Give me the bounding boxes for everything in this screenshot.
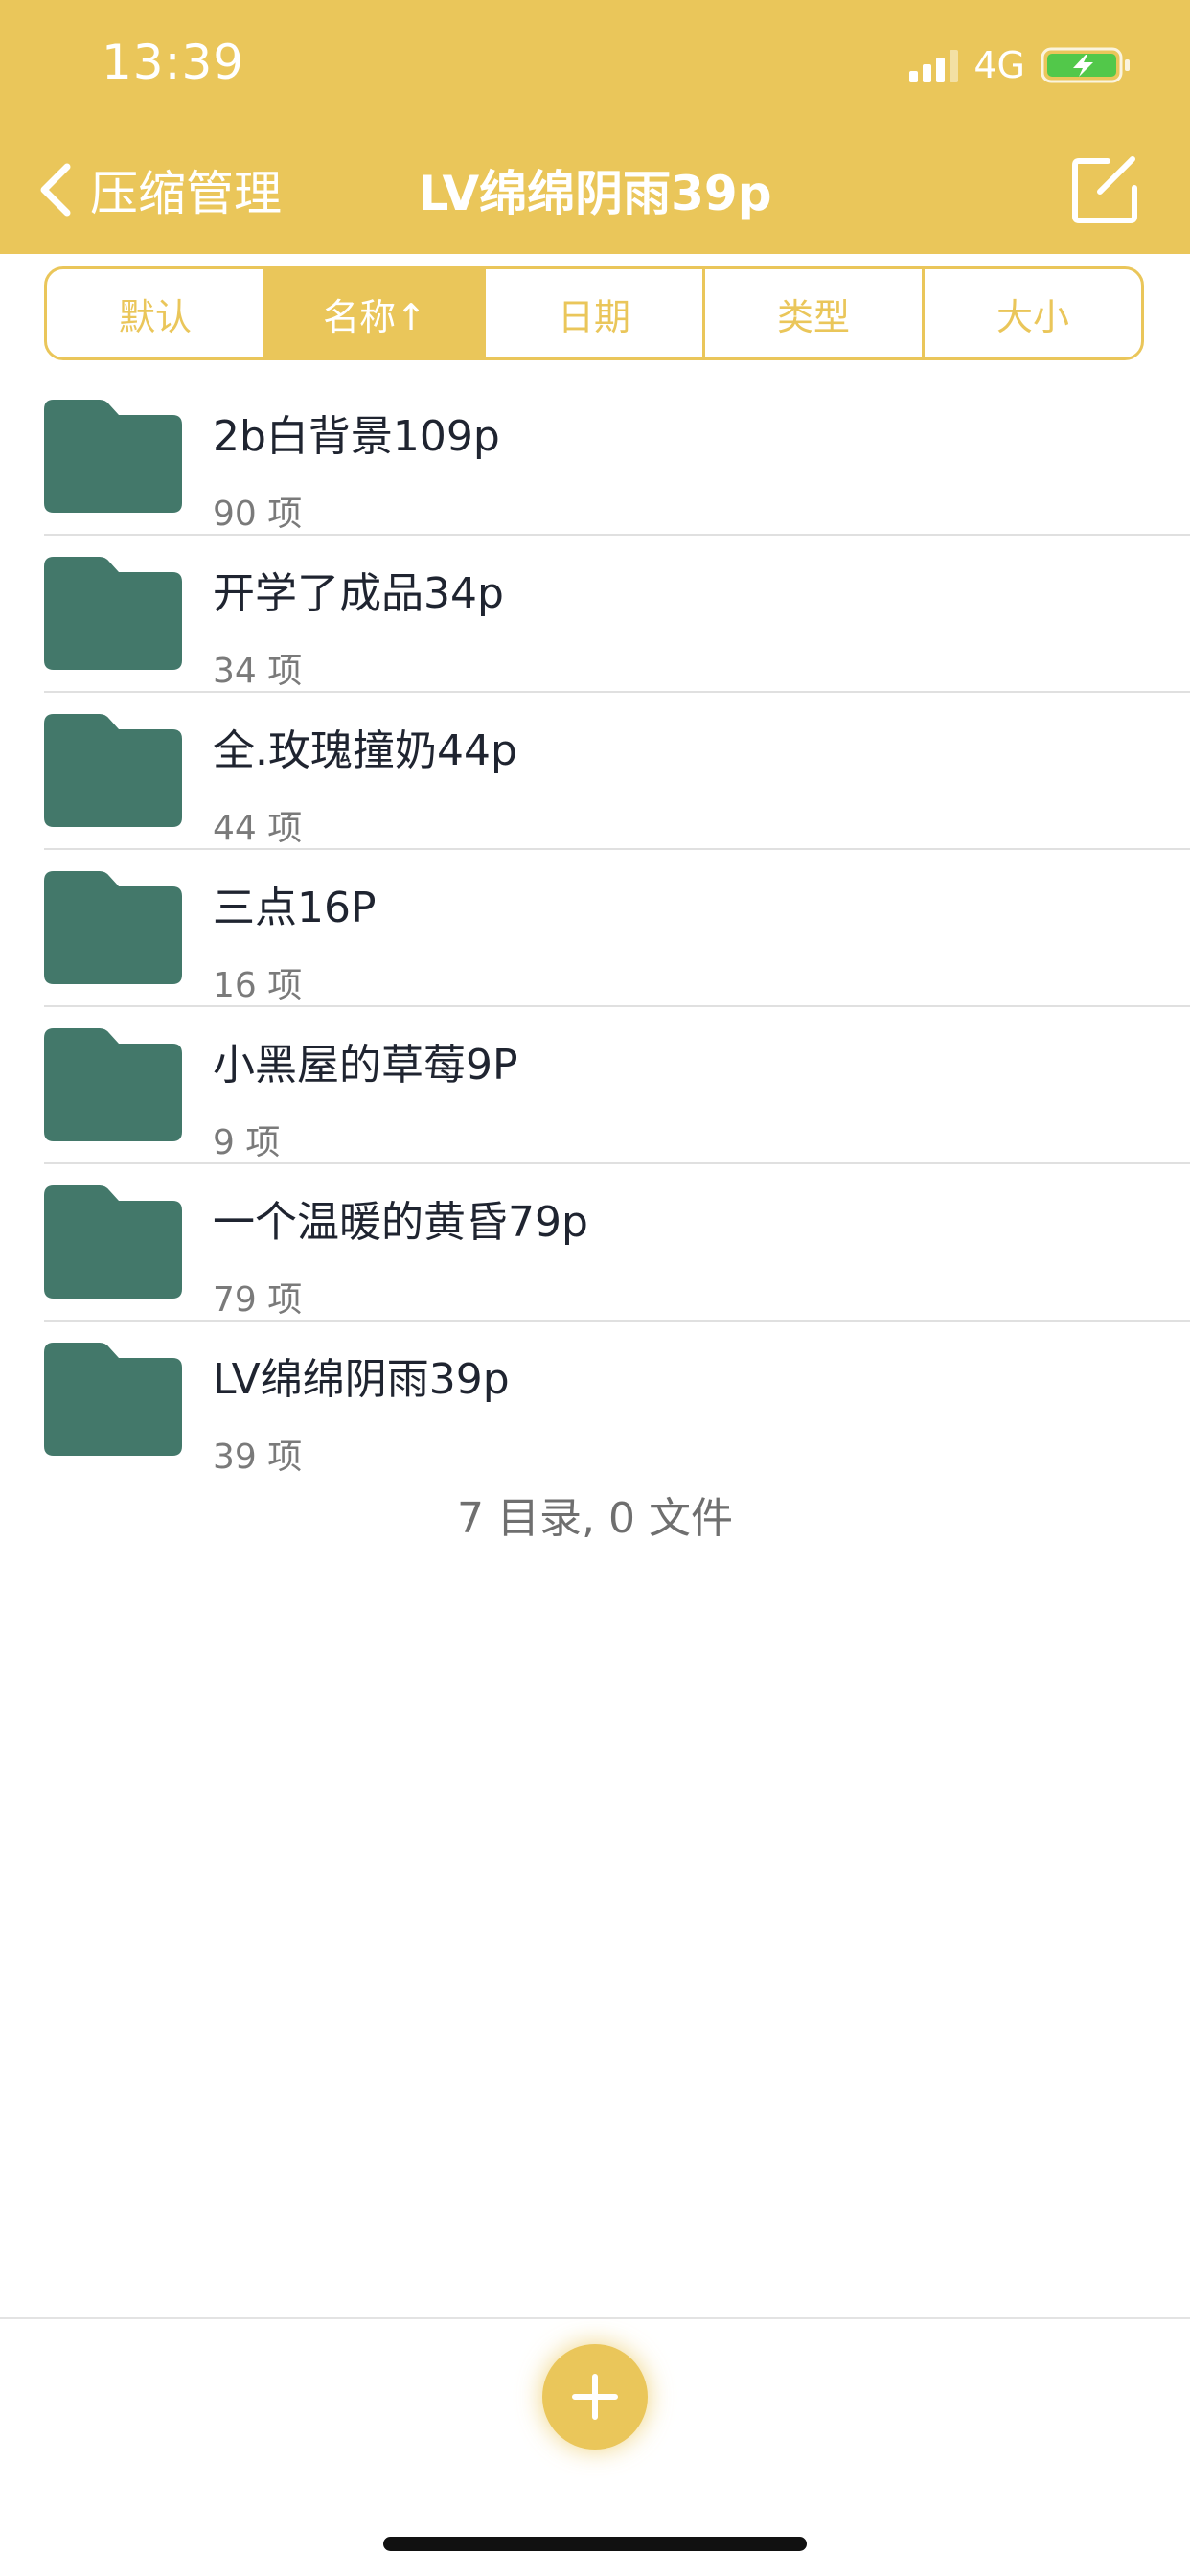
navigation-header: 13:39 4G 压缩管理 LV绵绵阴雨39p bbox=[0, 0, 1190, 254]
folder-row[interactable]: 三点16P 16 项 bbox=[0, 850, 1190, 1007]
sort-tab-date[interactable]: 日期 bbox=[483, 269, 702, 357]
folder-row[interactable]: 全.玫瑰撞奶44p 44 项 bbox=[0, 693, 1190, 850]
edit-button[interactable] bbox=[1069, 153, 1142, 226]
folder-icon bbox=[44, 714, 182, 827]
folder-item-count: 9 项 bbox=[213, 1123, 281, 1162]
folder-name: LV绵绵阴雨39p bbox=[213, 1355, 510, 1404]
folder-icon bbox=[44, 871, 182, 984]
folder-name: 小黑屋的草莓9P bbox=[213, 1041, 518, 1090]
back-button[interactable]: 压缩管理 bbox=[34, 153, 282, 225]
battery-charging-icon bbox=[1041, 47, 1130, 83]
folder-icon bbox=[44, 400, 182, 513]
edit-icon bbox=[1072, 156, 1137, 223]
folder-item-count: 44 项 bbox=[213, 809, 303, 848]
folder-item-count: 90 项 bbox=[213, 494, 303, 534]
folder-row[interactable]: 小黑屋的草莓9P 9 项 bbox=[0, 1007, 1190, 1164]
folder-icon bbox=[44, 557, 182, 670]
sort-tab-size[interactable]: 大小 bbox=[922, 269, 1141, 357]
folder-item-count: 34 项 bbox=[213, 652, 303, 691]
folder-icon bbox=[44, 1343, 182, 1456]
page-title: LV绵绵阴雨39p bbox=[418, 166, 772, 221]
plus-icon bbox=[572, 2374, 618, 2420]
folder-row[interactable]: 2b白背景109p 90 项 bbox=[0, 379, 1190, 536]
sort-tab-default[interactable]: 默认 bbox=[47, 269, 263, 357]
network-label: 4G bbox=[973, 44, 1025, 86]
folder-name: 一个温暖的黄昏79p bbox=[213, 1198, 588, 1247]
add-button[interactable] bbox=[542, 2344, 648, 2450]
status-time: 13:39 bbox=[102, 34, 245, 90]
chevron-left-icon bbox=[40, 163, 71, 216]
status-indicators: 4G bbox=[909, 42, 1133, 88]
folder-list: 2b白背景109p 90 项 开学了成品34p 34 项 全.玫瑰撞奶44p 4… bbox=[0, 379, 1190, 1479]
folder-item-count: 79 项 bbox=[213, 1280, 303, 1320]
folder-name: 全.玫瑰撞奶44p bbox=[213, 726, 517, 775]
signal-icon bbox=[909, 48, 959, 82]
home-indicator bbox=[383, 2537, 807, 2551]
directory-summary: 7 目录, 0 文件 bbox=[457, 1494, 733, 1543]
sort-tab-name[interactable]: 名称↑ bbox=[263, 269, 483, 357]
folder-row[interactable]: LV绵绵阴雨39p 39 项 bbox=[0, 1322, 1190, 1479]
folder-item-count: 16 项 bbox=[213, 966, 303, 1005]
folder-item-count: 39 项 bbox=[213, 1438, 303, 1477]
folder-name: 三点16P bbox=[213, 884, 377, 932]
sort-tab-type[interactable]: 类型 bbox=[702, 269, 922, 357]
back-button-label: 压缩管理 bbox=[90, 165, 282, 221]
folder-row[interactable]: 开学了成品34p 34 项 bbox=[0, 536, 1190, 693]
folder-icon bbox=[44, 1028, 182, 1141]
sort-segmented-control: 默认 名称↑ 日期 类型 大小 bbox=[44, 266, 1144, 360]
folder-name: 2b白背景109p bbox=[213, 412, 500, 461]
folder-icon bbox=[44, 1185, 182, 1299]
folder-name: 开学了成品34p bbox=[213, 569, 504, 618]
bottom-divider bbox=[0, 2317, 1190, 2319]
folder-row[interactable]: 一个温暖的黄昏79p 79 项 bbox=[0, 1164, 1190, 1322]
